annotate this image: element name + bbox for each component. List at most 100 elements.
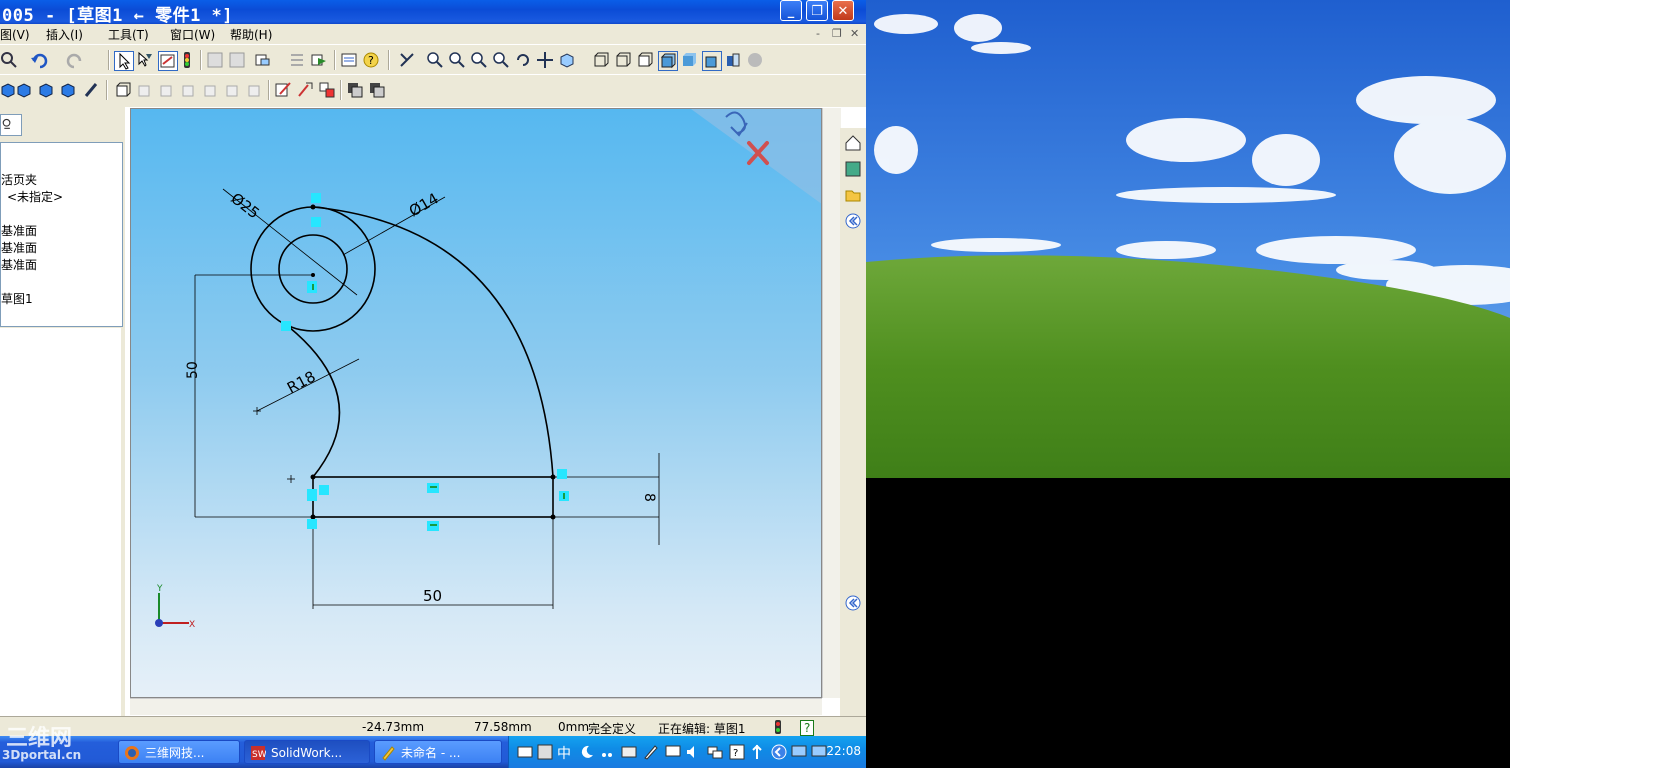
shaded-with-edges-icon[interactable]: [658, 51, 678, 71]
rotate-view-icon[interactable]: [514, 51, 532, 69]
clock[interactable]: 22:08: [826, 744, 861, 758]
keyboard-icon[interactable]: [517, 744, 533, 760]
chamfer-icon[interactable]: [136, 81, 154, 99]
mdi-minimize-button[interactable]: -: [816, 27, 820, 40]
monitor-tray-icon[interactable]: [791, 744, 807, 760]
horizontal-scrollbar[interactable]: [130, 698, 822, 715]
sketch-pen-icon[interactable]: [274, 81, 292, 99]
tree-item-top-plane[interactable]: 基准面: [1, 239, 37, 256]
mirror-icon[interactable]: [246, 81, 264, 99]
tree-item-folder[interactable]: 活页夹: [1, 171, 37, 188]
section-view-icon[interactable]: [724, 51, 742, 69]
punctuation-icon[interactable]: [599, 744, 615, 760]
mdi-close-button[interactable]: ✕: [850, 27, 859, 40]
menu-insert[interactable]: 插入(I): [46, 26, 83, 43]
draft-icon[interactable]: [202, 81, 220, 99]
taskbar-item-paint[interactable]: 未命名 - ...: [374, 740, 502, 764]
home-icon[interactable]: [844, 134, 862, 152]
dim-diameter-25[interactable]: Ø25: [227, 189, 262, 222]
feature-tree-tab-icon[interactable]: [0, 114, 22, 136]
moon-icon[interactable]: [579, 744, 595, 760]
show-hidden-icons-icon[interactable]: [771, 744, 787, 760]
menu-tools[interactable]: 工具(T): [108, 26, 149, 43]
graphics-area[interactable]: Ø25 Ø14 50 R18 8 50 Y X: [130, 108, 822, 698]
revolve-icon[interactable]: [16, 81, 34, 99]
ime-indicator[interactable]: 中: [557, 743, 571, 763]
sketch-icon[interactable]: [158, 51, 178, 71]
r18-arc[interactable]: [288, 326, 341, 478]
tree-item-sketch1[interactable]: 草图1: [1, 290, 33, 307]
shadows-icon[interactable]: [702, 51, 722, 71]
hidden-lines-removed-icon[interactable]: [636, 51, 654, 69]
shaded-icon[interactable]: [680, 51, 698, 69]
menu-view[interactable]: 图(V): [0, 26, 30, 43]
smart-dimension-icon[interactable]: [296, 81, 314, 99]
expand-pane-icon[interactable]: [844, 594, 862, 612]
zoom-area-icon[interactable]: [448, 51, 466, 69]
minimize-button[interactable]: _: [780, 0, 802, 21]
zoom-to-fit-icon[interactable]: [426, 51, 444, 69]
table-icon[interactable]: [228, 51, 246, 69]
sketch-drawing[interactable]: Ø25 Ø14 50 R18 8 50 Y X: [131, 109, 822, 698]
tray-app-icon[interactable]: [537, 744, 553, 760]
vertical-scrollbar[interactable]: [822, 108, 841, 698]
taskbar-item-solidworks[interactable]: SW SolidWork...: [244, 740, 370, 764]
properties-icon[interactable]: [340, 51, 358, 69]
hidden-lines-visible-icon[interactable]: [614, 51, 632, 69]
softkeyboard-icon[interactable]: [621, 744, 637, 760]
list-icon[interactable]: [288, 51, 306, 69]
design-library-icon[interactable]: [844, 160, 862, 178]
pen-icon[interactable]: [643, 744, 659, 760]
zoom-selection-icon[interactable]: [492, 51, 510, 69]
window-title-bar[interactable]: 005 - [草图1 ← 零件1 *] _ ❐ ✕: [0, 0, 866, 26]
render-icon[interactable]: [746, 51, 764, 69]
display-icon[interactable]: [665, 744, 681, 760]
hole-icon[interactable]: [224, 81, 242, 99]
select-pointer-icon[interactable]: [114, 51, 134, 71]
maximize-button[interactable]: ❐: [806, 0, 828, 21]
rib-icon[interactable]: [158, 81, 176, 99]
tree-item-right-plane[interactable]: 基准面: [1, 256, 37, 273]
help-tray-icon[interactable]: ?: [729, 744, 745, 760]
relations-icon[interactable]: [318, 81, 336, 99]
sweep-icon[interactable]: [38, 81, 56, 99]
menu-help[interactable]: 帮助(H): [230, 26, 272, 43]
dim-height-8[interactable]: 8: [641, 493, 657, 502]
shell-icon[interactable]: [180, 81, 198, 99]
usb-icon[interactable]: [749, 744, 765, 760]
layer-icon[interactable]: [346, 81, 364, 99]
wireframe-icon[interactable]: [592, 51, 610, 69]
help-status-button[interactable]: ?: [800, 720, 815, 736]
volume-icon[interactable]: [685, 744, 701, 760]
mdi-restore-button[interactable]: ❐: [832, 27, 842, 40]
help-icon[interactable]: ?: [362, 51, 380, 69]
layer-properties-icon[interactable]: [368, 81, 386, 99]
redo-icon[interactable]: [66, 51, 84, 69]
boundary-icon[interactable]: [82, 81, 100, 99]
view-orientation-icon[interactable]: [398, 51, 416, 69]
undo-icon[interactable]: [30, 51, 48, 69]
grid-icon[interactable]: [206, 51, 224, 69]
dim-diameter-14[interactable]: Ø14: [406, 189, 442, 220]
dim-width-50[interactable]: 50: [423, 587, 442, 605]
network-icon[interactable]: [707, 744, 723, 760]
speaker-tray-icon[interactable]: [811, 744, 827, 760]
zoom-in-out-icon[interactable]: [470, 51, 488, 69]
fillet-icon[interactable]: [114, 81, 132, 99]
rebuild-icon[interactable]: [178, 51, 196, 69]
rebuild-status-icon[interactable]: [770, 719, 786, 735]
taskbar-item-browser[interactable]: 三维网技...: [118, 740, 240, 764]
tree-item-front-plane[interactable]: 基准面: [1, 222, 37, 239]
select-filter-icon[interactable]: [136, 51, 154, 69]
dim-radius-18[interactable]: R18: [284, 367, 319, 397]
tree-item-material[interactable]: <未指定>: [7, 188, 63, 205]
macro-icon[interactable]: [310, 51, 328, 69]
file-explorer-icon[interactable]: [844, 186, 862, 204]
loft-icon[interactable]: [60, 81, 78, 99]
close-button[interactable]: ✕: [832, 0, 854, 21]
pan-icon[interactable]: [536, 51, 554, 69]
options-icon[interactable]: [254, 51, 272, 69]
standard-views-icon[interactable]: [558, 51, 576, 69]
print-preview-icon[interactable]: [0, 51, 18, 69]
collapse-pane-icon[interactable]: [844, 212, 862, 230]
